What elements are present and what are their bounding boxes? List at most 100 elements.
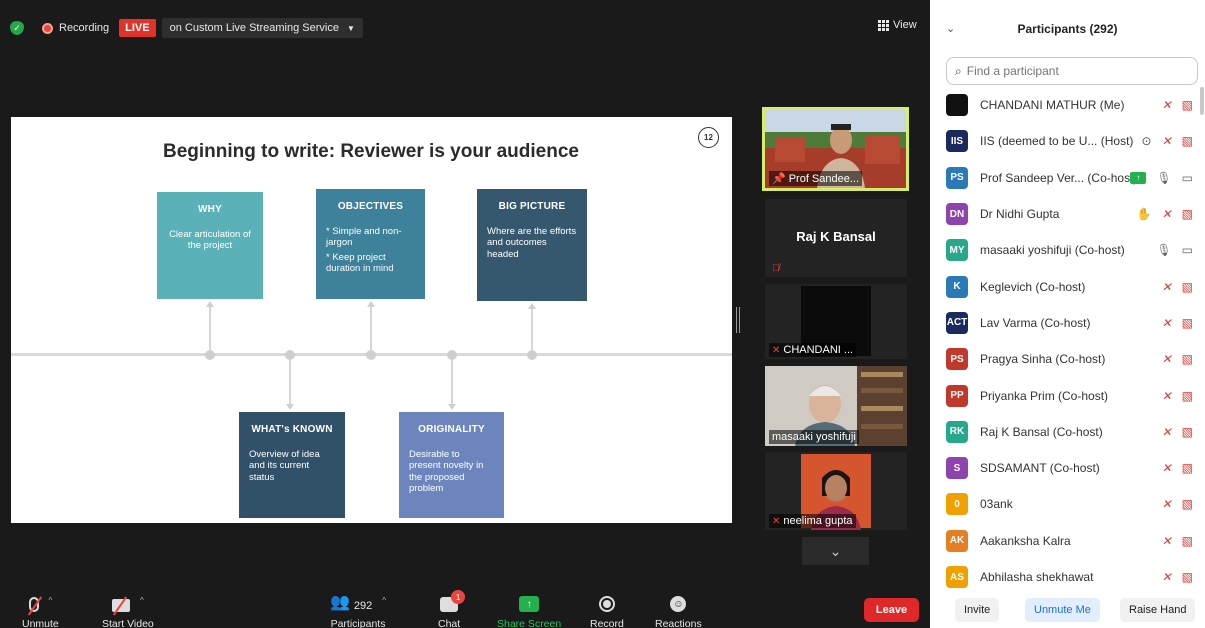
top-status-bar: ✓ Recording LIVE on Custom Live Streamin… [10,16,363,40]
participants-button[interactable]: 👥 292 ^ Participants [330,588,386,628]
participant-row[interactable]: PS Prof Sandeep Ver... (Co-host) ↑ 🎙 ▭ [930,160,1205,196]
participant-name: masaaki yoshifuji (Co-host) [980,243,1125,258]
video-tile-masaaki[interactable]: masaaki yoshifuji [765,366,907,446]
video-off-icon: ▧ [1181,533,1193,548]
participant-name: Prof Sandeep Ver... (Co-host) [980,170,1138,185]
participant-search[interactable]: ⌕ [946,57,1198,85]
avatar: S [946,457,968,480]
share-screen-button[interactable]: ↑ Share Screen [497,588,561,628]
recording-icon [42,22,53,34]
participant-row[interactable]: S SDSAMANT (Co-host) ✕ ▧ [930,450,1205,486]
participant-status-icons: ✕ ▧ [1162,534,1193,548]
unmute-me-button[interactable]: Unmute Me [1025,598,1100,622]
video-off-icon: ▧ [1181,388,1193,403]
participant-row[interactable]: IIS IIS (deemed to be U... (Host) ⊙ ✕ ▧ [930,123,1205,159]
card-title: WHAT's KNOWN [251,424,333,435]
participant-status-icons: ✕ ▧ [1162,389,1193,403]
timeline-dot [527,350,537,360]
stream-dropdown[interactable]: on Custom Live Streaming Service ▼ [161,18,363,38]
card-whats-known: WHAT's KNOWN Overview of idea and its cu… [239,412,345,518]
caret-up-icon[interactable]: ^ [382,596,386,605]
participant-status-icons: ↑ 🎙 ▭ [1130,171,1193,185]
participant-row[interactable]: K Keglevich (Co-host) ✕ ▧ [930,268,1205,304]
timeline-dot [447,350,457,360]
chat-button[interactable]: 1 Chat [438,588,466,628]
card-text: Clear articulation of the project [169,228,251,252]
recording-label: Recording [59,22,110,34]
mic-off-icon: ✕ [1161,533,1172,548]
resize-handle[interactable] [736,307,740,333]
record-label: Record [590,618,624,628]
participant-row[interactable]: PS Pragya Sinha (Co-host) ✕ ▧ [930,341,1205,377]
chat-badge: 1 [451,590,466,604]
participant-row[interactable]: CHANDANI MATHUR (Me) ✕ ▧ [930,87,1205,123]
grid-icon [878,19,889,31]
video-tile-neelima[interactable]: ✕ neelima gupta [765,452,907,530]
leave-button[interactable]: Leave [864,598,919,622]
video-icon: ▭ [1181,243,1193,258]
participant-name: 03ank [980,497,1013,512]
participant-row[interactable]: RK Raj K Bansal (Co-host) ✕ ▧ [930,414,1205,450]
video-off-icon: ▧ [1181,315,1193,330]
card-title: WHY [198,204,222,215]
card-text: Where are the efforts and outcomes heade… [487,225,577,260]
meeting-toolbar: ^ Unmute ^ Start Video 👥 292 ^ Participa… [0,582,930,628]
search-input[interactable] [966,64,1177,78]
participant-row[interactable]: AS Abhilasha shekhawat ✕ ▧ [930,559,1205,595]
avatar [946,94,968,117]
connector-line [531,309,533,351]
participant-name: CHANDANI MATHUR (Me) [980,98,1125,113]
participant-row[interactable]: MY masaaki yoshifuji (Co-host) 🎙 ▭ [930,232,1205,268]
reactions-label: Reactions [655,618,702,628]
record-icon [598,596,615,612]
shield-icon[interactable]: ✓ [10,21,24,35]
slide-number: 12 [698,127,719,148]
mic-off-icon: ✕ [772,515,781,527]
connector-line [209,307,211,351]
card-text: Overview of idea and its current status [249,448,320,483]
participant-status-icons: ✕ ▧ [1162,316,1193,330]
panel-footer: Invite Unmute Me Raise Hand [930,595,1205,625]
view-button[interactable]: View [878,19,917,31]
participant-row[interactable]: DN Dr Nidhi Gupta ✋ ✕ ▧ [930,196,1205,232]
mic-off-icon: ✕ [1161,315,1172,330]
participant-status-icons: ✕ ▧ [1162,425,1193,439]
video-tile-raj[interactable]: Raj K Bansal 🎙̸ [765,199,907,277]
reactions-button[interactable]: ☺ Reactions [655,588,702,628]
video-off-icon: ▧ [1181,207,1193,222]
caret-up-icon[interactable]: ^ [49,596,53,605]
mic-off-icon: ✕ [1161,279,1172,294]
tile-name-label: ✕ CHANDANI ... [769,343,857,357]
caret-down-icon: ▼ [346,23,355,33]
mic-off-icon: ✕ [1161,207,1172,222]
video-tile-prof[interactable]: 📌 Prof Sandee... [762,107,909,191]
smiley-icon: ☺ [670,596,687,612]
mic-off-icon: ✕ [1161,98,1172,113]
record-button[interactable]: Record [590,588,624,628]
scroll-down-button[interactable]: ⌄ [802,537,869,565]
scrollbar[interactable] [1200,87,1204,115]
invite-button[interactable]: Invite [955,598,1000,622]
avatar: PS [946,348,968,371]
card-originality: ORIGINALITY Desirable to present novelty… [399,412,504,518]
caret-up-icon[interactable]: ^ [140,596,144,605]
stream-label: on Custom Live Streaming Service [169,22,339,34]
participant-row[interactable]: 0 03ank ✕ ▧ [930,486,1205,522]
video-tile-chandani[interactable]: ✕ CHANDANI ... [765,284,907,359]
live-badge[interactable]: LIVE [119,19,156,37]
tile-name-text: CHANDANI ... [783,344,854,356]
recording-icon: ⊙ [1141,134,1152,149]
tile-mute-indicator: 🎙̸ [769,262,783,275]
start-video-button[interactable]: ^ Start Video [102,588,154,628]
raise-hand-button[interactable]: Raise Hand [1120,598,1196,622]
participant-row[interactable]: AK Aakanksha Kalra ✕ ▧ [930,523,1205,559]
participant-name: Pragya Sinha (Co-host) [980,352,1106,367]
participant-row[interactable]: ACT Lav Varma (Co-host) ✕ ▧ [930,305,1205,341]
avatar: MY [946,239,968,262]
mic-icon: 🎙 [1156,170,1172,185]
arrow-down-icon [286,404,294,410]
participant-status-icons: ✕ ▧ [1162,352,1193,366]
share-screen-icon: ↑ [519,596,540,612]
unmute-button[interactable]: ^ Unmute [22,588,59,628]
participant-row[interactable]: PP Priyanka Prim (Co-host) ✕ ▧ [930,377,1205,413]
